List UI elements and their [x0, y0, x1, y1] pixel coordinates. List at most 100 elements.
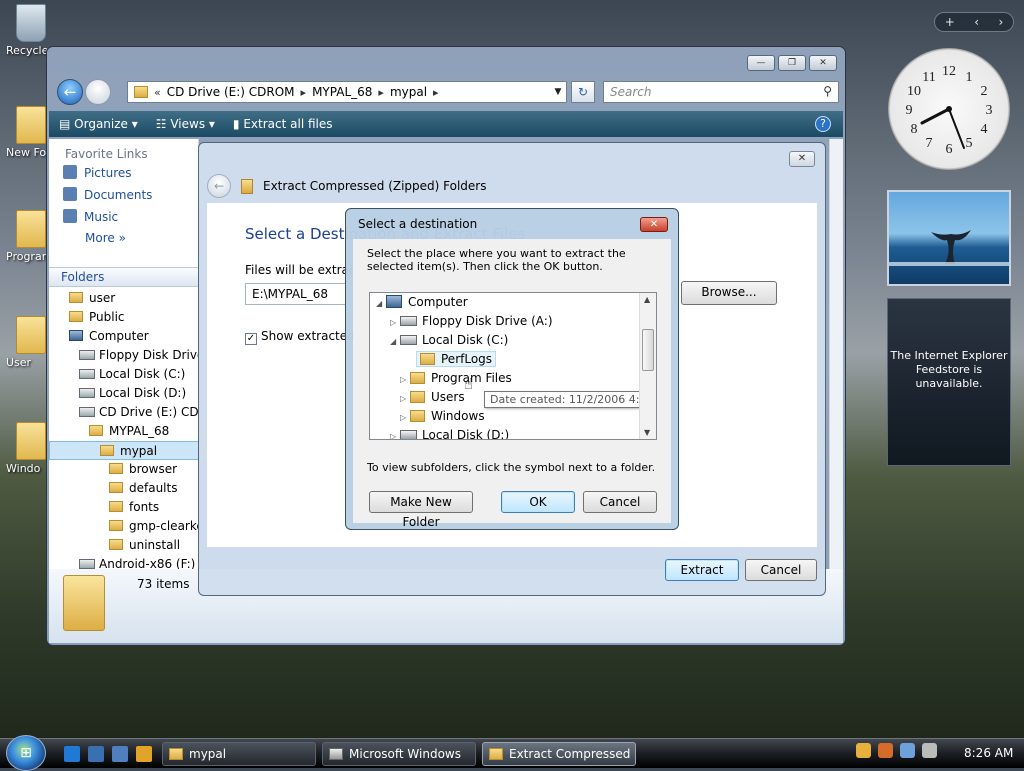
clock-time[interactable]: 8:26 AM: [964, 746, 1013, 760]
hard-drive-icon: [400, 335, 417, 345]
views-button[interactable]: ☷ Views ▾: [156, 117, 215, 131]
address-bar[interactable]: « CD Drive (E:) CDROM ▸ MYPAL_68 ▸ mypal…: [127, 81, 567, 103]
tree-item-users[interactable]: ▷ Users: [400, 388, 465, 407]
documents-icon: [63, 187, 77, 201]
window-icon: [329, 748, 343, 760]
task-mypal[interactable]: mypal: [162, 742, 316, 766]
scroll-up-icon[interactable]: ▲: [644, 295, 650, 304]
tree-item-local-c[interactable]: ◢ Local Disk (C:): [390, 331, 508, 350]
favorite-pictures[interactable]: Pictures: [49, 161, 198, 183]
hard-drive-icon: [79, 388, 95, 398]
content-scrollbar[interactable]: [829, 139, 843, 569]
tree-item-mypal[interactable]: mypal: [49, 441, 199, 460]
tree-item-gmp-clearkey[interactable]: gmp-clearkey: [49, 517, 199, 536]
media-player-icon[interactable]: [136, 746, 152, 762]
tree-item-computer[interactable]: ◢ Computer: [376, 293, 468, 312]
breadcrumb-overflow[interactable]: «: [154, 86, 161, 99]
tree-item-floppy[interactable]: ▷ Floppy Disk Drive (A:): [390, 312, 553, 331]
tree-item-floppy[interactable]: Floppy Disk Drive: [49, 346, 199, 365]
breadcrumb-mypal[interactable]: mypal: [390, 85, 427, 99]
favorite-documents[interactable]: Documents: [49, 183, 198, 205]
extract-all-button[interactable]: ▮ Extract all files: [233, 117, 333, 131]
volume-muted-icon[interactable]: [922, 743, 937, 758]
start-button[interactable]: ⊞: [6, 735, 46, 771]
task-extract-compressed[interactable]: Extract Compressed ...: [482, 742, 636, 766]
tree-item-browser[interactable]: browser: [49, 460, 199, 479]
slideshow-gadget[interactable]: [887, 190, 1011, 286]
tree-scrollbar[interactable]: ▲ ▼: [639, 293, 656, 439]
clock-gadget[interactable]: 12 1 2 3 4 5 6 7 8 9 10 11: [888, 48, 1010, 170]
tree-item-public[interactable]: Public: [49, 308, 199, 327]
wizard-close-button[interactable]: ✕: [789, 151, 815, 167]
tree-item-fonts[interactable]: fonts: [49, 498, 199, 517]
feed-headlines-gadget[interactable]: The Internet Explorer Feedstore is unava…: [887, 298, 1011, 466]
network-icon[interactable]: [900, 743, 915, 758]
add-gadget-button[interactable]: +: [945, 15, 955, 29]
wizard-cancel-button[interactable]: Cancel: [745, 559, 817, 581]
clock-number-2: 2: [981, 84, 988, 99]
tree-item-perflogs[interactable]: PerfLogs: [406, 350, 497, 369]
folder-tree: user Public Computer Floppy Disk Drive L…: [49, 289, 199, 574]
tree-item-local-c[interactable]: Local Disk (C:): [49, 365, 199, 384]
organize-button[interactable]: ▤ Organize ▾: [59, 117, 138, 131]
clock-number-4: 4: [981, 122, 988, 137]
folder-icon: [410, 391, 425, 403]
expanded-arrow-icon: ◢: [376, 299, 383, 308]
user-folder-icon[interactable]: User: [6, 316, 50, 369]
windows-folder-icon[interactable]: Windo: [6, 422, 50, 475]
make-new-folder-button[interactable]: Make New Folder: [369, 491, 473, 529]
tree-item-local-d[interactable]: ▷ Local Disk (D:): [390, 426, 509, 439]
minimize-button[interactable]: —: [747, 55, 775, 71]
internet-explorer-icon[interactable]: [64, 746, 80, 762]
folder-icon: [109, 520, 123, 531]
next-gadget-button[interactable]: ›: [998, 15, 1003, 29]
clock-number-1: 1: [966, 70, 973, 85]
whale-tail-image: [889, 230, 1009, 266]
scroll-thumb[interactable]: [642, 329, 654, 371]
dialog-close-button[interactable]: ✕: [640, 217, 668, 232]
folder-icon: [109, 501, 123, 512]
clock-number-12: 12: [942, 64, 956, 79]
browse-button[interactable]: Browse...: [681, 281, 777, 305]
tree-item-computer[interactable]: Computer: [49, 327, 199, 346]
tree-item-uninstall[interactable]: uninstall: [49, 536, 199, 555]
help-icon[interactable]: ?: [815, 116, 831, 132]
dialog-cancel-button[interactable]: Cancel: [583, 491, 657, 513]
extract-button[interactable]: Extract: [665, 559, 739, 581]
tree-item-windows[interactable]: ▷ Windows: [400, 407, 485, 426]
zip-folder-icon: [241, 178, 253, 194]
back-button[interactable]: ←: [57, 79, 83, 105]
ok-button[interactable]: OK: [501, 491, 575, 513]
breadcrumb-cd-drive[interactable]: CD Drive (E:) CDROM: [167, 85, 295, 99]
tree-item-mypal68[interactable]: MYPAL_68: [49, 422, 199, 441]
tree-item-local-d[interactable]: Local Disk (D:): [49, 384, 199, 403]
more-links[interactable]: More »: [49, 227, 198, 248]
forward-button[interactable]: [85, 79, 111, 105]
task-microsoft-windows[interactable]: Microsoft Windows: [322, 742, 476, 766]
security-shield-icon[interactable]: [856, 743, 871, 758]
search-input[interactable]: Search ⚲: [603, 81, 839, 103]
tree-item-defaults[interactable]: defaults: [49, 479, 199, 498]
favorite-music[interactable]: Music: [49, 205, 198, 227]
scroll-down-icon[interactable]: ▼: [644, 428, 650, 437]
expanded-arrow-icon: ◢: [390, 337, 397, 346]
switch-windows-icon[interactable]: [112, 746, 128, 762]
address-dropdown-icon[interactable]: ▼: [550, 87, 566, 97]
refresh-button[interactable]: ↻: [571, 81, 595, 103]
wizard-back-button[interactable]: ←: [207, 174, 231, 198]
tree-item-user[interactable]: user: [49, 289, 199, 308]
new-folder-icon[interactable]: New Fo: [6, 106, 50, 159]
previous-gadget-button[interactable]: ‹: [974, 15, 979, 29]
close-button[interactable]: ✕: [809, 55, 837, 71]
tools-icon[interactable]: [878, 743, 893, 758]
recycle-bin-icon[interactable]: Recycle: [6, 4, 50, 57]
perflogs-highlight: PerfLogs: [416, 351, 497, 367]
program-folder-icon[interactable]: Program: [6, 210, 52, 263]
folder-icon: [410, 372, 425, 384]
tree-item-cd-drive[interactable]: CD Drive (E:) CDROM: [49, 403, 199, 422]
maximize-button[interactable]: ❐: [778, 55, 806, 71]
folders-header[interactable]: Folders: [49, 267, 199, 287]
show-desktop-icon[interactable]: [88, 746, 104, 762]
tree-item-program-files[interactable]: ▷ Program Files: [400, 369, 512, 388]
breadcrumb-mypal68[interactable]: MYPAL_68: [312, 85, 372, 99]
